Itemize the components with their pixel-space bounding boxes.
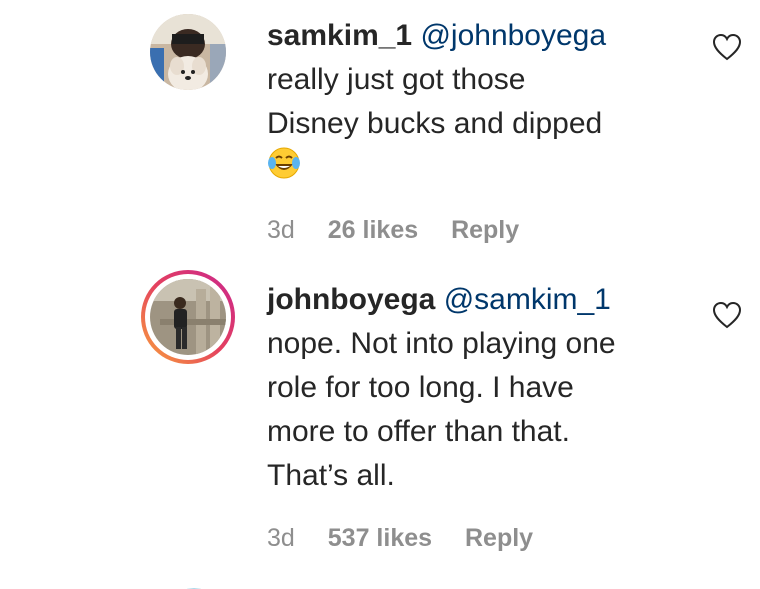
- like-heart-icon[interactable]: [711, 300, 743, 330]
- reply-button[interactable]: Reply: [451, 216, 519, 244]
- comment-text-line: role for too long. I have: [267, 371, 574, 404]
- like-heart-icon[interactable]: [711, 32, 743, 62]
- next-comment-avatar[interactable]: [163, 584, 225, 589]
- comment-text-line: That’s all.: [267, 459, 395, 492]
- comment-thread: samkim_1 @johnboyega really just got tho…: [0, 0, 760, 589]
- comment-text-line: Disney bucks and dipped: [267, 107, 603, 140]
- username-link[interactable]: samkim_1: [267, 19, 412, 52]
- username-link[interactable]: johnboyega: [267, 283, 435, 316]
- comment-text-line: more to offer than that.: [267, 415, 570, 448]
- reply-button[interactable]: Reply: [465, 524, 533, 552]
- comment-text-line: really just got those: [267, 63, 526, 96]
- avatar-story-ring[interactable]: [141, 270, 235, 364]
- comment-body: samkim_1 @johnboyega really just got tho…: [267, 14, 606, 193]
- comment-timestamp: 3d: [267, 216, 295, 244]
- mention-link[interactable]: @samkim_1: [444, 283, 611, 316]
- likes-count-button[interactable]: 537 likes: [328, 524, 432, 552]
- comment-meta: 3d 26 likes Reply: [267, 216, 545, 245]
- avatar[interactable]: [150, 14, 226, 90]
- tears-of-joy-emoji-icon: [267, 146, 301, 193]
- comment-text-line: nope. Not into playing one: [267, 327, 616, 360]
- mention-link[interactable]: @johnboyega: [420, 19, 606, 52]
- comment-timestamp: 3d: [267, 524, 295, 552]
- likes-count-button[interactable]: 26 likes: [328, 216, 418, 244]
- comment-body: johnboyega @samkim_1 nope. Not into play…: [267, 278, 616, 498]
- comment-meta: 3d 537 likes Reply: [267, 524, 559, 553]
